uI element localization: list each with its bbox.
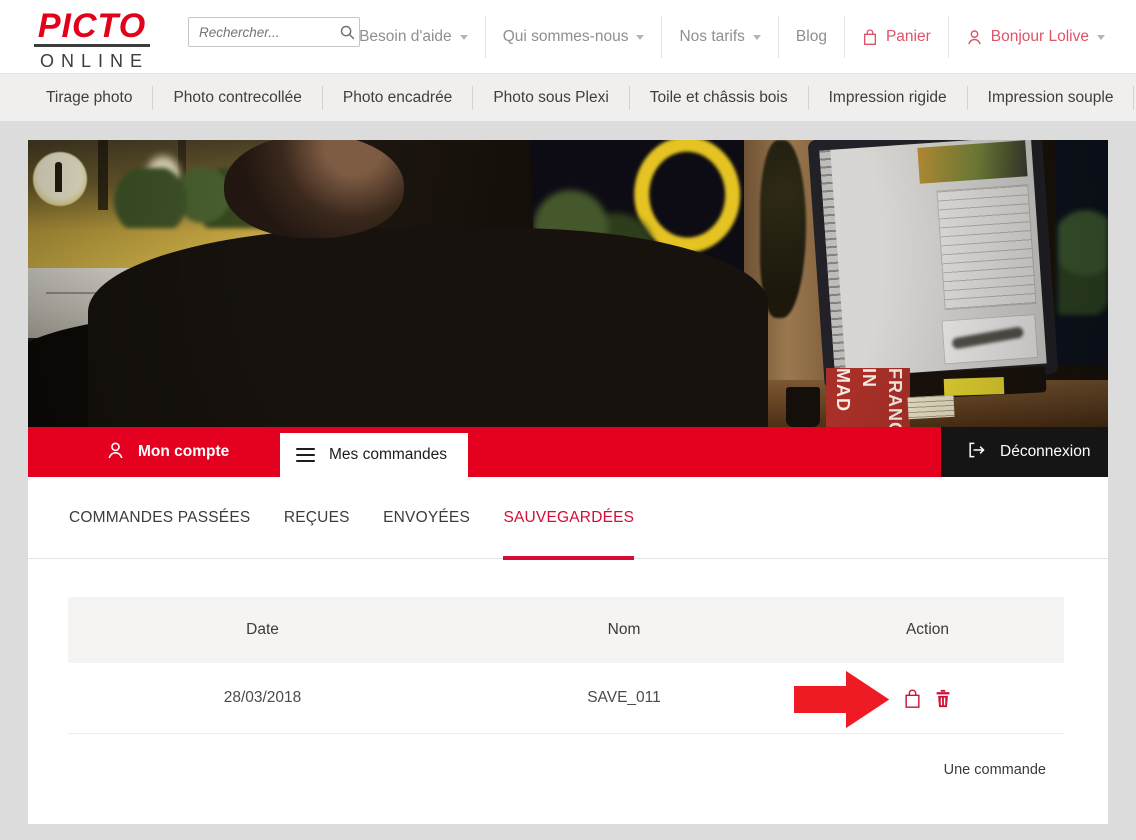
tab-recues[interactable]: REÇUES	[284, 509, 350, 559]
delete-trash-icon[interactable]	[934, 688, 952, 709]
category-photo-encadree[interactable]: Photo encadrée	[322, 86, 472, 110]
category-photo-sous-plexi[interactable]: Photo sous Plexi	[472, 86, 628, 110]
chevron-down-icon	[753, 35, 761, 40]
my-account-tab[interactable]: Mon compte	[106, 427, 229, 477]
list-menu-icon	[296, 448, 315, 462]
tab-sauvegardees[interactable]: SAUVEGARDÉES	[503, 509, 634, 559]
account-menu[interactable]: Bonjour Lolive	[949, 28, 1122, 46]
nav-help-label: Besoin d'aide	[359, 28, 452, 46]
account-bar: Mon compte Mes commandes Déconnexion	[28, 427, 1108, 477]
cart-label: Panier	[886, 28, 931, 46]
orders-section: COMMANDES PASSÉES REÇUES ENVOYÉES SAUVEG…	[28, 477, 1108, 824]
category-photo-contrecollee[interactable]: Photo contrecollée	[152, 86, 321, 110]
page: PICTO ONLINE Besoin d'aide Qui sommes-no…	[0, 0, 1136, 840]
nav-about-label: Qui sommes-nous	[503, 28, 629, 46]
nav-help[interactable]: Besoin d'aide	[342, 28, 485, 46]
category-impression-souple[interactable]: Impression souple	[967, 86, 1134, 110]
my-orders-label: Mes commandes	[329, 446, 447, 464]
order-date: 28/03/2018	[68, 689, 457, 707]
category-nav: Tirage photo Photo contrecollée Photo en…	[0, 73, 1136, 121]
nav-pricing[interactable]: Nos tarifs	[662, 28, 777, 46]
logout-button[interactable]: Déconnexion	[941, 427, 1108, 477]
account-greeting: Bonjour Lolive	[991, 28, 1089, 46]
category-tirage-photo[interactable]: Tirage photo	[26, 86, 152, 110]
nav-blog-label: Blog	[796, 28, 827, 46]
tab-commandes-passees[interactable]: COMMANDES PASSÉES	[69, 509, 250, 559]
logout-icon	[966, 440, 986, 465]
table-row: 28/03/2018 SAVE_011	[68, 663, 1064, 734]
logout-label: Déconnexion	[1000, 443, 1090, 461]
user-icon	[966, 28, 983, 46]
hero-vignette	[28, 140, 1108, 427]
header: PICTO ONLINE Besoin d'aide Qui sommes-no…	[0, 0, 1136, 73]
category-impression-rigide[interactable]: Impression rigide	[808, 86, 967, 110]
content-wrapper: MAD IN FRANCE Mon compte Mes commandes	[28, 140, 1108, 824]
search-box	[188, 17, 360, 47]
chevron-down-icon	[460, 35, 468, 40]
column-header-nom: Nom	[457, 621, 791, 639]
hero-photo: MAD IN FRANCE	[28, 140, 1108, 427]
logo[interactable]: PICTO ONLINE	[32, 9, 152, 72]
column-header-action: Action	[791, 621, 1064, 639]
orders-table: Date Nom Action 28/03/2018 SAVE_011	[68, 597, 1064, 734]
table-header: Date Nom Action	[68, 597, 1064, 663]
order-actions	[791, 688, 1064, 709]
add-to-cart-bag-icon[interactable]	[903, 688, 922, 709]
nav-blog[interactable]: Blog	[779, 28, 844, 46]
logo-online-text: ONLINE	[37, 51, 152, 72]
header-nav: Besoin d'aide Qui sommes-nous Nos tarifs…	[342, 0, 1122, 73]
chevron-down-icon	[636, 35, 644, 40]
column-header-date: Date	[68, 621, 457, 639]
cart-button[interactable]: Panier	[845, 28, 948, 46]
my-orders-tab[interactable]: Mes commandes	[280, 433, 468, 477]
orders-count-label: Une commande	[28, 762, 1046, 778]
nav-about[interactable]: Qui sommes-nous	[486, 28, 662, 46]
logo-picto-text: PICTO	[32, 9, 152, 43]
category-toile-chassis-bois[interactable]: Toile et châssis bois	[629, 86, 808, 110]
shopping-bag-icon	[862, 28, 878, 46]
order-name: SAVE_011	[457, 689, 791, 707]
nav-pricing-label: Nos tarifs	[679, 28, 744, 46]
order-tabs: COMMANDES PASSÉES REÇUES ENVOYÉES SAUVEG…	[28, 477, 1108, 559]
tab-envoyees[interactable]: ENVOYÉES	[383, 509, 470, 559]
chevron-down-icon	[1097, 35, 1105, 40]
search-input[interactable]	[189, 25, 335, 40]
user-icon	[106, 440, 125, 465]
my-account-label: Mon compte	[138, 443, 229, 461]
